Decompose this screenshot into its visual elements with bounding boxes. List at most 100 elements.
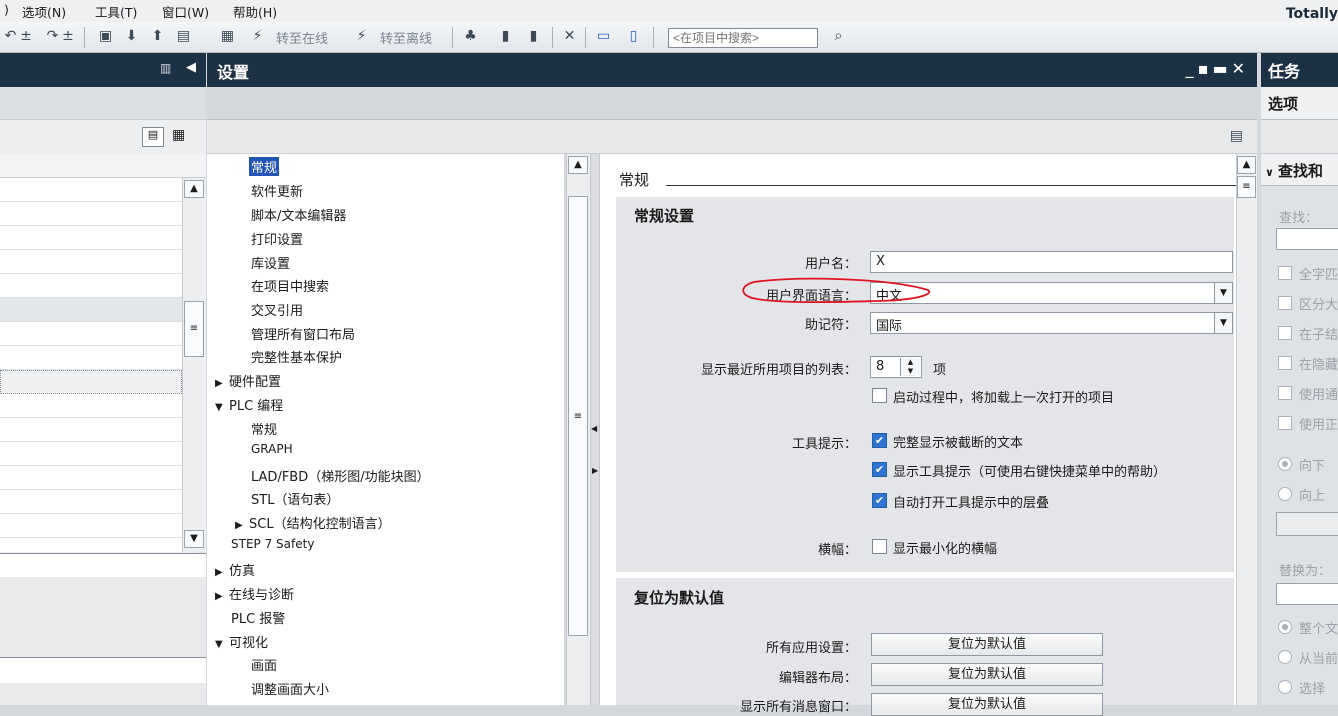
nav-scrollbar[interactable]: ▲ ≡ xyxy=(566,154,590,705)
banner-minimized-checkbox[interactable] xyxy=(872,539,887,554)
nav-item-visualization[interactable]: ▼ 可视化 xyxy=(215,632,268,651)
in-substructures-checkbox[interactable] xyxy=(1278,326,1292,340)
nav-item-screens[interactable]: 画面 xyxy=(251,655,277,674)
settings-layout-icon[interactable]: ▤ xyxy=(1230,128,1243,144)
undo-dropdown-icon[interactable]: ± xyxy=(20,28,32,45)
cross-ref-icon[interactable]: ✕ xyxy=(561,28,578,45)
tooltip-show-checkbox[interactable]: ✔ xyxy=(872,462,887,477)
restore-icon[interactable]: ▪ xyxy=(1198,59,1213,78)
nav-item-step7-safety[interactable]: STEP 7 Safety xyxy=(231,537,314,551)
project-search-input[interactable] xyxy=(668,28,818,48)
collapse-arrow-icon[interactable]: ▼ xyxy=(215,402,229,413)
nav-item-plc-programming[interactable]: ▼ PLC 编程 xyxy=(215,395,283,414)
search-project-icon[interactable]: ⌕ xyxy=(830,28,847,45)
go-offline-button[interactable]: 转至离线 xyxy=(380,28,432,47)
mnemonic-select[interactable]: 国际 ▼ xyxy=(870,312,1233,334)
splitter-left-arrow-icon[interactable]: ◀ xyxy=(591,424,597,433)
find-button[interactable] xyxy=(1276,512,1338,536)
scroll-down-icon[interactable]: ▼ xyxy=(184,530,204,548)
view-toggle-icon[interactable]: ▤ xyxy=(142,127,164,147)
nav-item-graph[interactable]: GRAPH xyxy=(251,442,293,456)
menu-window[interactable]: 窗口(W) xyxy=(162,2,209,21)
tasks-options-header[interactable]: 选项 xyxy=(1261,87,1338,120)
accessible-devices-icon[interactable]: ♣ xyxy=(462,28,479,45)
expand-arrow-icon[interactable]: ▶ xyxy=(235,520,249,531)
pane-splitter[interactable]: ◀ ▶ xyxy=(590,154,600,705)
expand-arrow-icon[interactable]: ▶ xyxy=(215,591,229,602)
menu-help[interactable]: 帮助(H) xyxy=(233,2,277,21)
chevron-down-icon[interactable]: ∨ xyxy=(1265,166,1274,179)
direction-up-radio[interactable] xyxy=(1278,487,1292,501)
scroll-up-icon[interactable]: ▲ xyxy=(1237,156,1256,174)
nav-item-cross-reference[interactable]: 交叉引用 xyxy=(251,300,303,319)
scroll-thumb[interactable]: ≡ xyxy=(184,301,204,357)
nav-item-project-search[interactable]: 在项目中搜索 xyxy=(251,276,329,295)
split-vertical-icon[interactable]: ▯ xyxy=(625,28,642,45)
scroll-up-icon[interactable]: ▲ xyxy=(184,180,204,198)
table-view-icon[interactable]: ▦ xyxy=(172,127,185,143)
nav-item-plc-alarms[interactable]: PLC 报警 xyxy=(231,608,285,627)
scroll-thumb[interactable]: ≡ xyxy=(568,196,588,636)
nav-item-simulation[interactable]: ▶ 仿真 xyxy=(215,560,255,579)
chevron-down-icon[interactable]: ▼ xyxy=(1214,283,1232,303)
stepper-arrows-icon[interactable]: ▲ ▼ xyxy=(900,358,920,376)
nav-item-plc-general[interactable]: 常规 xyxy=(251,419,277,438)
direction-down-radio[interactable] xyxy=(1278,457,1292,471)
nav-item-resize-screens[interactable]: 调整画面大小 xyxy=(251,679,329,698)
content-scrollbar[interactable]: ▲ ≡ xyxy=(1236,154,1257,705)
close-icon[interactable]: ✕ xyxy=(1232,59,1249,78)
nav-item-online-diagnostics[interactable]: ▶ 在线与诊断 xyxy=(215,584,294,603)
whole-word-checkbox[interactable] xyxy=(1278,266,1292,280)
stop-cpu-icon[interactable]: ▮ xyxy=(525,28,542,45)
scope-from-current-radio[interactable] xyxy=(1278,650,1292,664)
nav-item-lad-fbd[interactable]: LAD/FBD（梯形图/功能块图） xyxy=(251,466,430,485)
reset-all-button[interactable]: 复位为默认值 xyxy=(871,633,1103,656)
tooltip-cascade-checkbox[interactable]: ✔ xyxy=(872,493,887,508)
username-field[interactable]: X xyxy=(870,251,1233,273)
in-hidden-checkbox[interactable] xyxy=(1278,356,1292,370)
go-online-icon[interactable]: ⚡ xyxy=(249,28,266,45)
find-input[interactable] xyxy=(1276,228,1338,250)
nav-item-hardware-config[interactable]: ▶ 硬件配置 xyxy=(215,371,281,390)
nav-item-integrity-protection[interactable]: 完整性基本保护 xyxy=(251,347,342,366)
scope-whole-radio[interactable] xyxy=(1278,620,1292,634)
pin-left-icon[interactable]: ◀ xyxy=(186,60,196,75)
menu-tools[interactable]: 工具(T) xyxy=(95,2,137,21)
collapse-pane-icon[interactable]: ▥ xyxy=(160,61,171,75)
nav-item-stl[interactable]: STL（语句表） xyxy=(251,489,339,508)
tooltip-truncated-checkbox[interactable]: ✔ xyxy=(872,433,887,448)
match-case-checkbox[interactable] xyxy=(1278,296,1292,310)
recent-count-stepper[interactable]: 8 ▲ ▼ xyxy=(870,356,922,378)
expand-arrow-icon[interactable]: ▶ xyxy=(215,567,229,578)
scroll-thumb[interactable]: ≡ xyxy=(1237,176,1256,198)
scope-selection-radio[interactable] xyxy=(1278,680,1292,694)
nav-item-script-editor[interactable]: 脚本/文本编辑器 xyxy=(251,205,346,224)
expand-arrow-icon[interactable]: ▶ xyxy=(215,378,229,389)
nav-item-window-layouts[interactable]: 管理所有窗口布局 xyxy=(251,324,355,343)
load-last-project-checkbox[interactable] xyxy=(872,388,887,403)
redo-dropdown-icon[interactable]: ± xyxy=(62,28,74,45)
splitter-right-arrow-icon[interactable]: ▶ xyxy=(592,466,598,475)
use-wildcards-checkbox[interactable] xyxy=(1278,386,1292,400)
simulation-icon[interactable]: ▤ xyxy=(175,28,192,45)
start-cpu-icon[interactable]: ▮ xyxy=(497,28,514,45)
start-simulation-icon[interactable]: ▦ xyxy=(219,28,236,45)
go-online-button[interactable]: 转至在线 xyxy=(276,28,328,47)
collapse-arrow-icon[interactable]: ▼ xyxy=(215,639,229,650)
minimize-icon[interactable]: _ xyxy=(1186,59,1198,78)
project-tree-list[interactable] xyxy=(0,178,182,552)
scroll-up-icon[interactable]: ▲ xyxy=(568,156,588,174)
nav-item-library-settings[interactable]: 库设置 xyxy=(251,253,290,272)
nav-item-scl[interactable]: ▶ SCL（结构化控制语言） xyxy=(235,513,391,532)
replace-input[interactable] xyxy=(1276,583,1338,605)
maximize-icon[interactable]: ▬ xyxy=(1212,59,1231,78)
go-offline-icon[interactable]: ⚡ xyxy=(353,28,370,45)
compile-icon[interactable]: ▣ xyxy=(97,28,114,45)
find-replace-header[interactable]: ∨ 查找和 xyxy=(1261,154,1338,186)
undo-icon[interactable]: ↶ xyxy=(2,28,19,45)
split-horizontal-icon[interactable]: ▭ xyxy=(595,28,612,45)
nav-item-print-settings[interactable]: 打印设置 xyxy=(251,229,303,248)
project-tree-scrollbar[interactable]: ▲ ≡ ▼ xyxy=(182,178,206,552)
use-regex-checkbox[interactable] xyxy=(1278,416,1292,430)
redo-icon[interactable]: ↷ xyxy=(44,28,61,45)
